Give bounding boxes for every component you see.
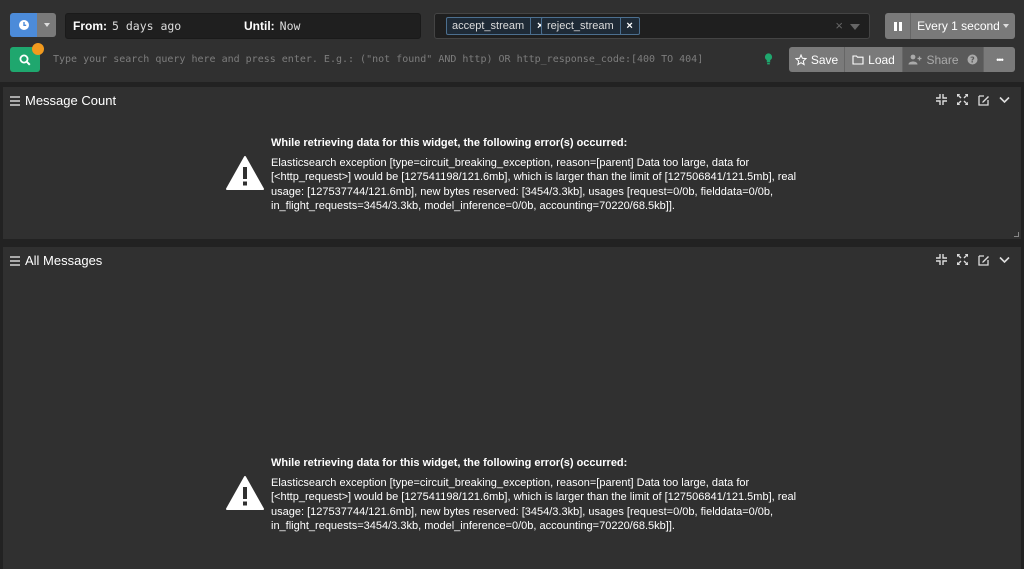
time-range-type-button[interactable] — [10, 13, 37, 37]
help-icon[interactable]: ? — [967, 54, 978, 65]
more-actions-button[interactable]: ••• — [984, 47, 1015, 72]
edit-icon[interactable] — [977, 253, 990, 266]
refresh-interval-label: Every 1 second — [917, 19, 1000, 33]
clock-icon — [18, 20, 29, 30]
save-button[interactable]: Save — [789, 47, 845, 72]
warning-icon — [226, 476, 264, 510]
lightbulb-icon[interactable] — [764, 53, 773, 65]
widget-all-messages: All Messages While retrieving data for t… — [3, 247, 1021, 569]
chevron-down-icon[interactable] — [998, 253, 1011, 266]
notification-badge[interactable] — [32, 43, 44, 55]
widget-error: While retrieving data for this widget, t… — [271, 136, 811, 214]
resize-handle[interactable] — [1014, 232, 1019, 237]
drag-handle-icon[interactable] — [10, 96, 20, 108]
search-actions: Save Load Share ? ••• — [789, 47, 1015, 72]
from-label: From: — [73, 19, 107, 33]
edit-icon[interactable] — [977, 93, 990, 106]
stream-chip: reject_stream × — [541, 17, 640, 35]
focus-icon[interactable] — [935, 253, 948, 266]
error-heading: While retrieving data for this widget, t… — [271, 457, 628, 469]
load-label: Load — [868, 52, 895, 67]
refresh-interval-dropdown[interactable]: Every 1 second — [911, 19, 1015, 33]
stream-chip-label: accept_stream — [447, 18, 532, 34]
error-message: Elasticsearch exception [type=circuit_br… — [271, 476, 797, 533]
search-query-input[interactable]: Type your search query here and press en… — [48, 47, 782, 72]
pause-refresh-button[interactable] — [885, 13, 911, 39]
svg-text:?: ? — [970, 55, 975, 64]
save-label: Save — [810, 52, 839, 67]
refresh-control: Every 1 second — [885, 13, 1015, 39]
until-value: Now — [279, 19, 301, 33]
folder-icon — [852, 55, 864, 65]
chevron-down-icon[interactable] — [998, 93, 1011, 106]
widget-actions — [935, 93, 1011, 106]
time-range-dropdown-toggle[interactable] — [37, 13, 56, 37]
error-message: Elasticsearch exception [type=circuit_br… — [271, 156, 797, 213]
search-icon — [19, 54, 31, 66]
search-bar: From: 5 days ago Until: Now accept_strea… — [0, 0, 1024, 82]
from-value: 5 days ago — [112, 19, 182, 33]
streams-filter[interactable]: accept_stream × reject_stream × × — [434, 13, 870, 39]
until-label: Until: — [244, 19, 275, 33]
drag-handle-icon[interactable] — [10, 256, 20, 268]
chevron-down-icon — [1002, 24, 1009, 28]
share-button[interactable]: Share ? — [903, 47, 984, 72]
add-user-icon — [908, 54, 922, 65]
warning-icon — [226, 156, 264, 190]
widget-error: While retrieving data for this widget, t… — [271, 456, 811, 534]
remove-stream-icon[interactable]: × — [621, 20, 639, 32]
widget-title[interactable]: All Messages — [25, 253, 102, 268]
widget-actions — [935, 253, 1011, 266]
widget-title[interactable]: Message Count — [25, 93, 116, 108]
stream-chip: accept_stream × — [446, 17, 551, 35]
stream-chip-label: reject_stream — [542, 18, 621, 34]
widget-message-count: Message Count While retrieving data for … — [3, 87, 1021, 239]
time-range-display[interactable]: From: 5 days ago Until: Now — [65, 13, 421, 39]
error-heading: While retrieving data for this widget, t… — [271, 137, 628, 149]
chevron-down-icon — [43, 23, 50, 27]
clear-streams-icon[interactable]: × — [835, 18, 843, 33]
load-button[interactable]: Load — [845, 47, 903, 72]
more-icon: ••• — [996, 54, 1004, 65]
chevron-down-icon[interactable] — [850, 24, 860, 30]
focus-icon[interactable] — [935, 93, 948, 106]
share-label: Share — [926, 52, 959, 67]
expand-icon[interactable] — [956, 253, 969, 266]
star-icon — [794, 53, 807, 66]
pause-icon — [893, 21, 902, 31]
expand-icon[interactable] — [956, 93, 969, 106]
